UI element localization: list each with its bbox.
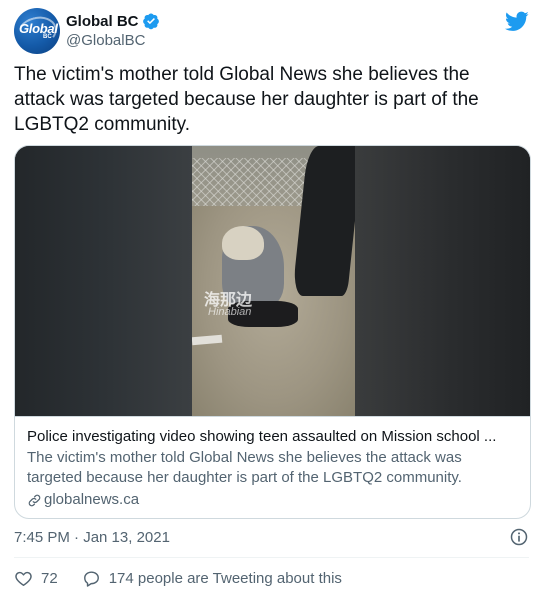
card-domain-text: globalnews.ca (44, 491, 140, 508)
link-icon (28, 494, 41, 506)
author-names: Global BC @GlobalBC (66, 11, 160, 51)
tweet-actions: 72 174 people are Tweeting about this (14, 566, 529, 590)
video-frame: 海那边 Hinabian (192, 146, 355, 416)
tweet-embed: Global BC Global BC @GlobalBC The victim… (0, 0, 543, 596)
info-icon[interactable] (509, 527, 529, 547)
card-title[interactable]: Police investigating video showing teen … (27, 427, 518, 447)
crouching-figure-hair (222, 226, 264, 260)
tweet-text: The victim's mother told Global News she… (14, 64, 479, 135)
like-button[interactable]: 72 (14, 569, 58, 588)
like-count: 72 (41, 569, 58, 587)
card-domain[interactable]: globalnews.ca (27, 490, 518, 510)
tweet-timestamp[interactable]: 7:45 PM · Jan 13, 2021 (14, 529, 170, 546)
conversation-button[interactable]: 174 people are Tweeting about this (82, 569, 342, 588)
heart-icon (15, 571, 32, 586)
speech-bubble-icon (83, 570, 99, 587)
card-video-thumbnail[interactable]: 海那边 Hinabian (15, 146, 530, 417)
video-blur-right (355, 146, 530, 416)
verified-badge-icon (142, 13, 159, 30)
display-name[interactable]: Global BC (66, 13, 139, 30)
video-blur-left (15, 146, 192, 416)
card-description: The victim's mother told Global News she… (27, 449, 462, 486)
card-body: Police investigating video showing teen … (15, 417, 530, 510)
conversation-text: 174 people are Tweeting about this (108, 569, 342, 587)
video-watermark-sub: Hinabian (208, 306, 252, 318)
tweet-header: Global BC Global BC @GlobalBC (14, 7, 529, 55)
name-row: Global BC (66, 11, 160, 31)
avatar[interactable]: Global BC (14, 8, 60, 54)
tweet-meta: 7:45 PM · Jan 13, 2021 (14, 527, 529, 547)
link-card[interactable]: 海那边 Hinabian Police investigating video … (14, 145, 531, 519)
divider (14, 557, 529, 558)
author-handle[interactable]: @GlobalBC (66, 31, 160, 51)
avatar-logo-sub: BC (43, 34, 52, 40)
twitter-bird-icon[interactable] (505, 9, 529, 33)
